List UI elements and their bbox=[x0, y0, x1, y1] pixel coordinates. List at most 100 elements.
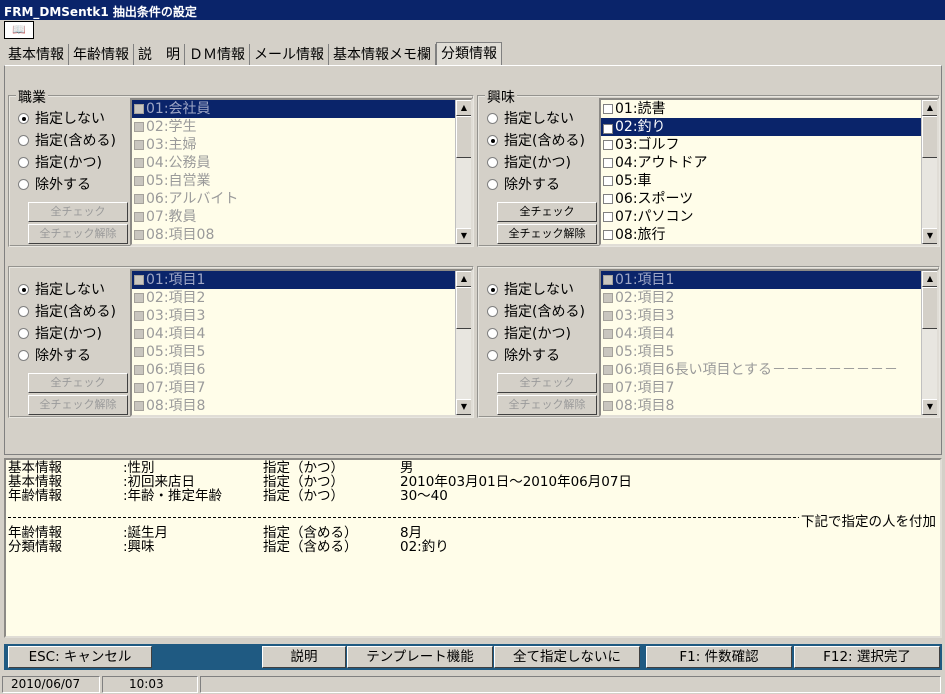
checkbox[interactable] bbox=[603, 176, 613, 186]
scroll-up-icon[interactable]: ▲ bbox=[922, 271, 937, 287]
checkbox[interactable] bbox=[134, 383, 144, 393]
list-item[interactable]: 03:主婦 bbox=[132, 136, 455, 154]
radio-dot[interactable] bbox=[487, 157, 498, 168]
checkbox[interactable] bbox=[134, 230, 144, 240]
list-item[interactable]: 06:項目6 bbox=[132, 361, 455, 379]
scroll-down-icon[interactable]: ▼ bbox=[456, 399, 471, 415]
scroll-thumb[interactable] bbox=[456, 287, 471, 329]
radio-option[interactable]: 指定しない bbox=[18, 109, 105, 129]
list-item[interactable]: 01:項目1 bbox=[132, 271, 455, 289]
tab-dm-info[interactable]: ＤＭ情報 bbox=[185, 44, 250, 66]
scroll-thumb[interactable] bbox=[456, 116, 471, 158]
checklist-box[interactable]: 01:項目1 02:項目2 03:項目3 04:項目4 05:項目5 06:項目6 07:項… bbox=[130, 269, 473, 417]
list-item[interactable]: 03:項目3 bbox=[601, 307, 921, 325]
list-item[interactable]: 05:自営業 bbox=[132, 172, 455, 190]
cancel-button[interactable]: ESC: キャンセル bbox=[8, 646, 152, 668]
radio-option[interactable]: 指定(含める) bbox=[487, 302, 585, 322]
radio-dot[interactable] bbox=[487, 179, 498, 190]
checklist-box[interactable]: 01:読書 ✓ 02:釣り 03:ゴルフ 04:アウトドア 05:車 06:スポーツ 07:パ… bbox=[599, 98, 939, 246]
radio-dot[interactable] bbox=[18, 179, 29, 190]
check-all-button[interactable]: 全チェック bbox=[28, 202, 128, 222]
radio-dot[interactable] bbox=[487, 306, 498, 317]
scroll-down-icon[interactable]: ▼ bbox=[922, 228, 937, 244]
checkbox[interactable] bbox=[134, 212, 144, 222]
radio-option[interactable]: 指定しない bbox=[18, 280, 105, 300]
checkbox[interactable] bbox=[134, 194, 144, 204]
list-item[interactable]: 08:項目08 bbox=[132, 226, 455, 244]
radio-dot[interactable] bbox=[487, 284, 498, 295]
checkbox[interactable] bbox=[603, 194, 613, 204]
radio-option[interactable]: 指定(かつ) bbox=[487, 324, 571, 344]
radio-option[interactable]: 指定(含める) bbox=[18, 131, 116, 151]
checkbox[interactable] bbox=[603, 365, 613, 375]
list-item[interactable]: 06:スポーツ bbox=[601, 190, 921, 208]
checkbox[interactable] bbox=[603, 104, 613, 114]
template-button[interactable]: テンプレート機能 bbox=[347, 646, 493, 668]
list-item[interactable]: 05:項目5 bbox=[601, 343, 921, 361]
scrollbar[interactable]: ▲ ▼ bbox=[455, 100, 471, 244]
uncheck-all-button[interactable]: 全チェック解除 bbox=[497, 224, 597, 244]
scroll-up-icon[interactable]: ▲ bbox=[456, 100, 471, 116]
checkbox[interactable] bbox=[603, 293, 613, 303]
scrollbar[interactable]: ▲ ▼ bbox=[921, 100, 937, 244]
tab-category-info[interactable]: 分類情報 bbox=[436, 42, 502, 66]
list-item[interactable]: 06:項目6長い項目とする－－－－－－－－－ bbox=[601, 361, 921, 379]
checkbox[interactable] bbox=[603, 212, 613, 222]
list-item[interactable]: 02:項目2 bbox=[601, 289, 921, 307]
scrollbar[interactable]: ▲ ▼ bbox=[455, 271, 471, 415]
list-item[interactable]: 02:項目2 bbox=[132, 289, 455, 307]
checkbox[interactable] bbox=[603, 311, 613, 321]
reset-all-button[interactable]: 全て指定しないに bbox=[494, 646, 640, 668]
checkbox[interactable] bbox=[134, 275, 144, 285]
checkbox[interactable] bbox=[603, 230, 613, 240]
checkbox[interactable] bbox=[603, 401, 613, 411]
radio-dot[interactable] bbox=[487, 135, 498, 146]
help-button[interactable]: 説明 bbox=[262, 646, 346, 668]
list-item[interactable]: 06:アルバイト bbox=[132, 190, 455, 208]
checkbox[interactable] bbox=[134, 122, 144, 132]
uncheck-all-button[interactable]: 全チェック解除 bbox=[28, 224, 128, 244]
radio-dot[interactable] bbox=[18, 113, 29, 124]
list-item[interactable]: 01:会社員 bbox=[132, 100, 455, 118]
radio-option[interactable]: 指定(含める) bbox=[18, 302, 116, 322]
checkbox[interactable] bbox=[134, 311, 144, 321]
tab-mail-info[interactable]: メール情報 bbox=[250, 44, 329, 66]
count-check-button[interactable]: F1: 件数確認 bbox=[646, 646, 792, 668]
checkbox[interactable] bbox=[134, 347, 144, 357]
checklist-box[interactable]: 01:項目1 02:項目2 03:項目3 04:項目4 05:項目5 06:項目6長い項目… bbox=[599, 269, 939, 417]
radio-option[interactable]: 指定(含める) bbox=[487, 131, 585, 151]
list-item[interactable]: 07:項目7 bbox=[601, 379, 921, 397]
radio-dot[interactable] bbox=[487, 350, 498, 361]
list-item[interactable]: 04:公務員 bbox=[132, 154, 455, 172]
radio-dot[interactable] bbox=[18, 157, 29, 168]
radio-option[interactable]: 指定しない bbox=[487, 280, 574, 300]
select-complete-button[interactable]: F12: 選択完了 bbox=[794, 646, 940, 668]
list-item[interactable]: 07:パソコン bbox=[601, 208, 921, 226]
list-item[interactable]: 08:項目8 bbox=[601, 397, 921, 415]
list-item[interactable]: 02:学生 bbox=[132, 118, 455, 136]
radio-dot[interactable] bbox=[18, 284, 29, 295]
checkbox[interactable] bbox=[134, 176, 144, 186]
list-item[interactable]: 04:アウトドア bbox=[601, 154, 921, 172]
book-icon[interactable]: 📖 bbox=[4, 21, 34, 39]
radio-option[interactable]: 除外する bbox=[18, 175, 91, 195]
list-item[interactable]: 08:旅行 bbox=[601, 226, 921, 244]
list-item[interactable]: 05:車 bbox=[601, 172, 921, 190]
checkbox[interactable] bbox=[603, 383, 613, 393]
radio-option[interactable]: 除外する bbox=[487, 175, 560, 195]
radio-dot[interactable] bbox=[487, 328, 498, 339]
radio-dot[interactable] bbox=[18, 350, 29, 361]
checkbox[interactable] bbox=[603, 140, 613, 150]
radio-option[interactable]: 除外する bbox=[487, 346, 560, 366]
checkbox[interactable]: ✓ bbox=[603, 124, 613, 135]
list-item[interactable]: 07:教員 bbox=[132, 208, 455, 226]
radio-option[interactable]: 指定しない bbox=[487, 109, 574, 129]
checkbox[interactable] bbox=[134, 140, 144, 150]
tab-description[interactable]: 説 明 bbox=[134, 44, 185, 66]
checkbox[interactable] bbox=[134, 104, 144, 114]
tab-age-info[interactable]: 年齢情報 bbox=[69, 44, 134, 66]
scroll-thumb[interactable] bbox=[922, 116, 937, 158]
checkbox[interactable] bbox=[603, 158, 613, 168]
scrollbar[interactable]: ▲ ▼ bbox=[921, 271, 937, 415]
radio-dot[interactable] bbox=[18, 135, 29, 146]
